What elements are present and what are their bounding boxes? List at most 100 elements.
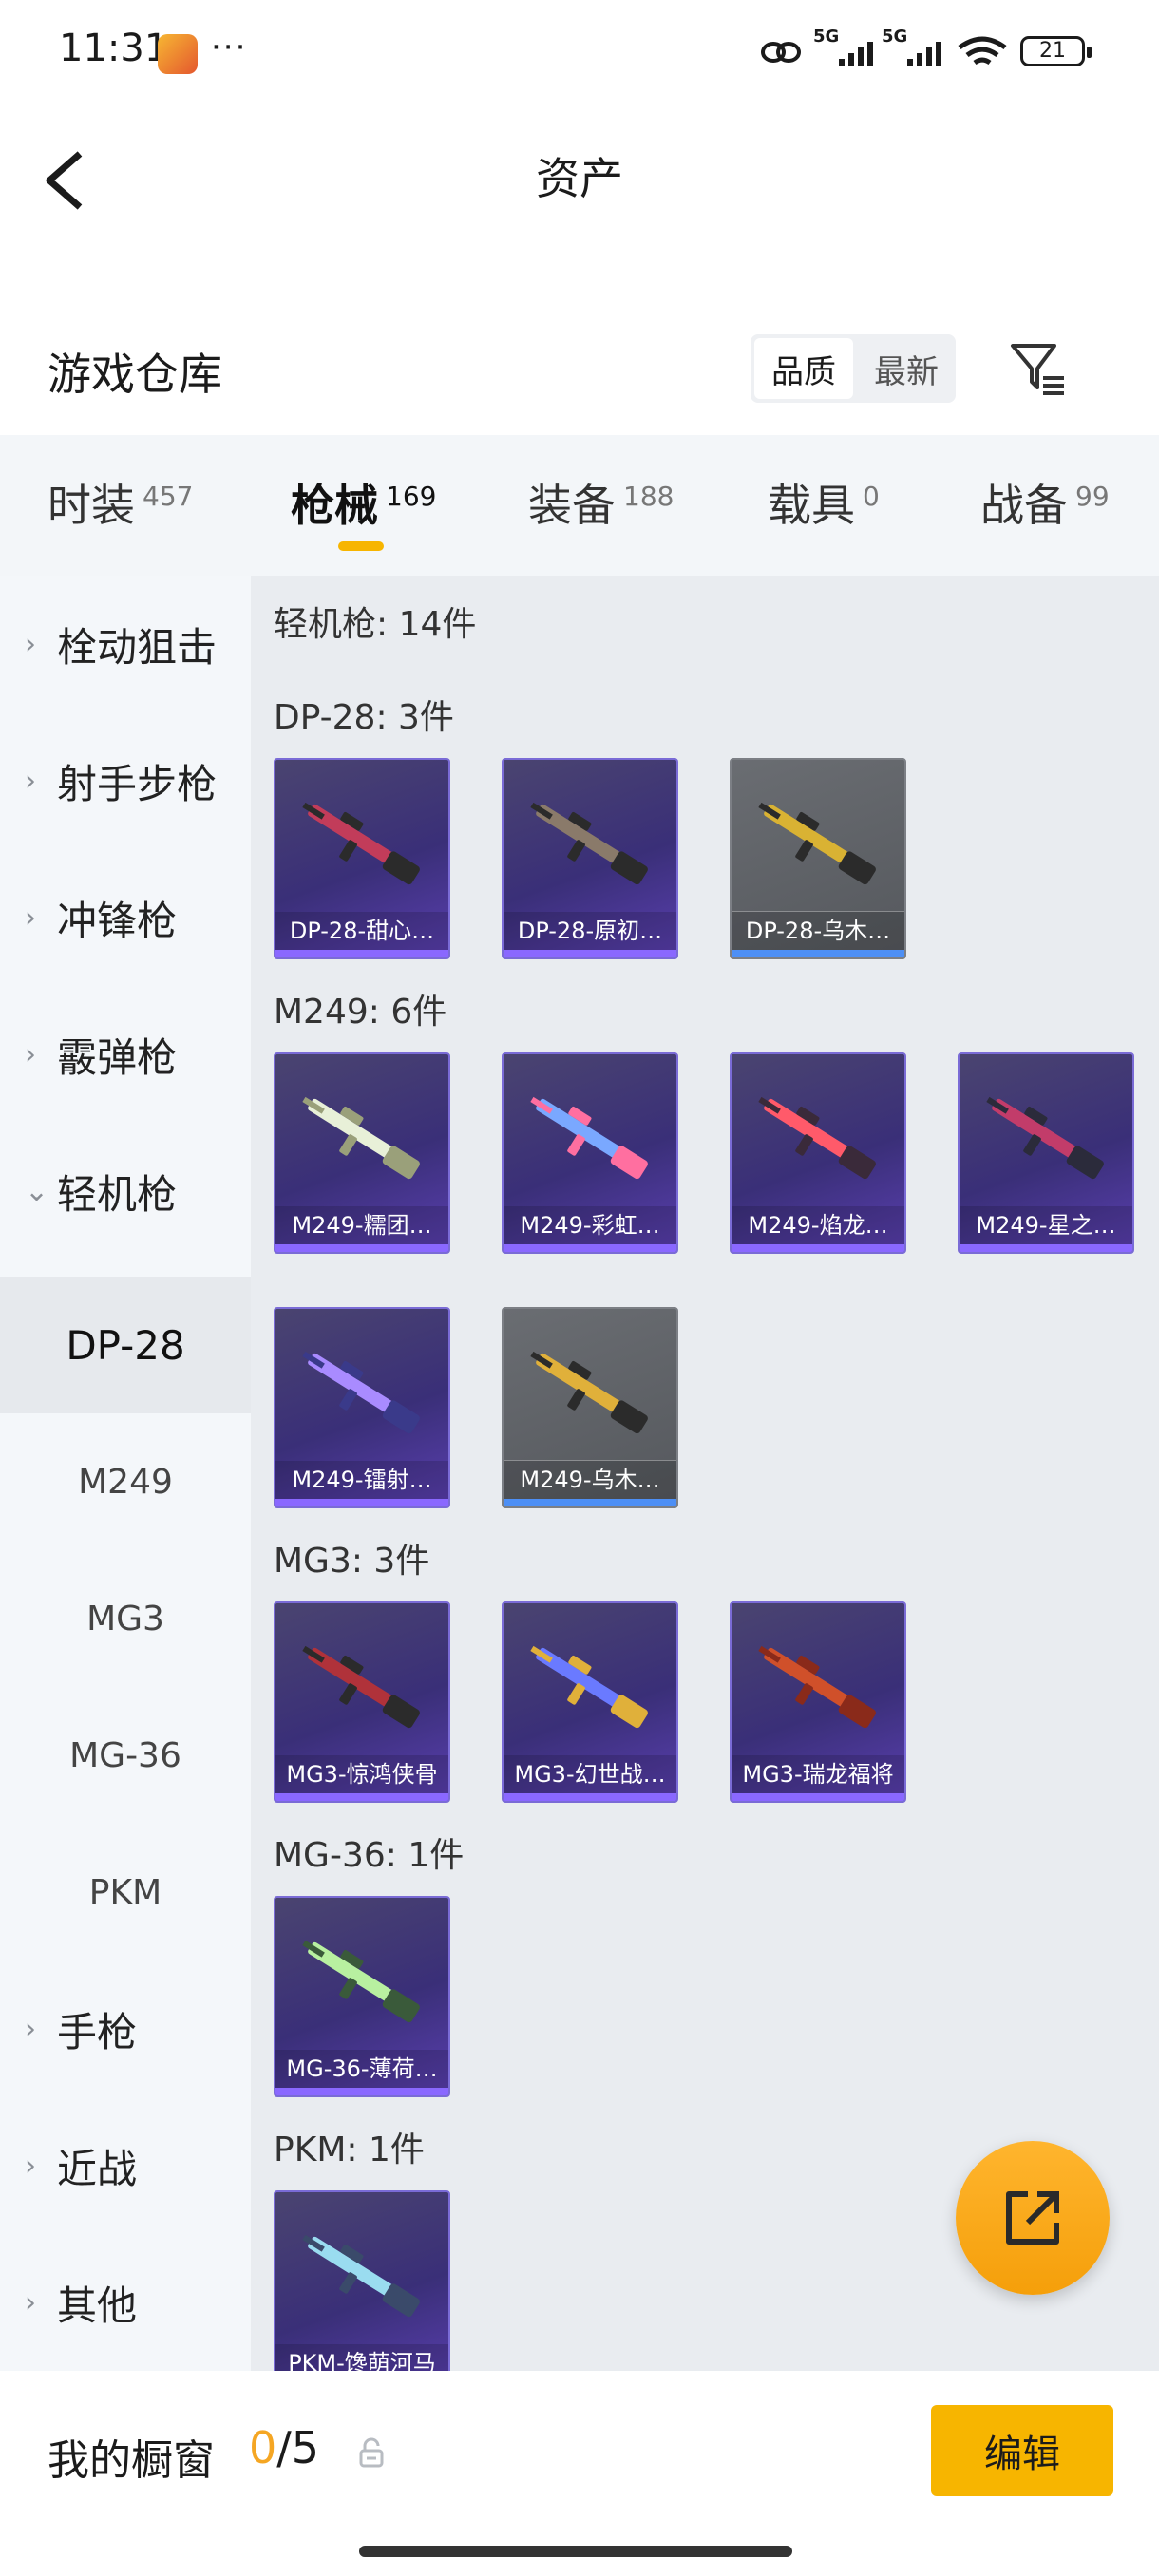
link-icon	[761, 42, 801, 63]
showcase-count: 0/5	[249, 2422, 320, 2473]
skin-name: M249-糯团…	[276, 1206, 448, 1244]
warehouse-title: 游戏仓库	[48, 349, 222, 400]
weapon-image	[530, 1645, 648, 1729]
sidebar-sub-pkm[interactable]: PKM	[0, 1824, 251, 1960]
sort-quality-button[interactable]: 品质	[754, 338, 853, 399]
rarity-bar	[504, 950, 676, 957]
sidebar-sub-mg36[interactable]: MG-36	[0, 1687, 251, 1824]
page-title: 资产	[536, 153, 623, 204]
sidebar-item-pistol[interactable]: › 手枪	[0, 1960, 251, 2097]
skin-card[interactable]: DP-28-甜心…	[274, 758, 450, 959]
rarity-bar	[732, 950, 904, 957]
share-fab-button[interactable]	[956, 2141, 1110, 2295]
skin-name: M249-镭射…	[276, 1461, 448, 1499]
signal-bars-icon	[839, 38, 874, 66]
active-tab-indicator	[338, 541, 384, 551]
tab-outfits[interactable]: 时装 457	[48, 471, 193, 534]
chevron-right-icon: ›	[25, 627, 36, 661]
external-link-icon	[1006, 2191, 1059, 2245]
skin-name: DP-28-甜心…	[276, 912, 448, 950]
status-time: 11:31	[59, 27, 169, 70]
item-grid-area: 轻机枪: 14件 DP-28: 3件 M249: 6件 MG3: 3件 MG-3…	[251, 576, 1159, 2371]
sidebar-item-smg[interactable]: › 冲锋枪	[0, 849, 251, 986]
lock-icon	[359, 2437, 384, 2468]
home-indicator[interactable]	[359, 2546, 792, 2557]
tab-vehicles[interactable]: 载具 0	[768, 471, 880, 534]
signal-2: 5G	[882, 27, 942, 66]
weapon-image	[758, 1096, 876, 1180]
skin-card[interactable]: M249-焰龙…	[730, 1052, 906, 1254]
weapon-image	[302, 1940, 420, 2023]
skin-card[interactable]: MG3-惊鸿侠骨	[274, 1601, 450, 1803]
skin-name: MG3-瑞龙福将	[732, 1755, 904, 1793]
chevron-right-icon: ›	[25, 764, 36, 798]
skin-card[interactable]: M249-乌木…	[502, 1307, 678, 1508]
category-tabs: 时装 457 枪械 169 装备 188 载具 0 战备 99	[0, 435, 1159, 576]
skin-card[interactable]: MG3-瑞龙福将	[730, 1601, 906, 1803]
skin-card[interactable]: DP-28-乌木…	[730, 758, 906, 959]
filter-icon[interactable]	[1007, 338, 1068, 399]
skin-name: MG-36-薄荷…	[276, 2050, 448, 2088]
weapon-image	[302, 1096, 420, 1180]
skin-name: DP-28-原初…	[504, 912, 676, 950]
weapon-image	[530, 1351, 648, 1434]
more-notifications-icon: ···	[211, 28, 248, 66]
skin-card[interactable]: M249-星之…	[958, 1052, 1134, 1254]
skin-name: M249-焰龙…	[732, 1206, 904, 1244]
weapon-image	[302, 1645, 420, 1729]
battery-icon: 21	[1020, 36, 1092, 66]
sidebar-item-lmg[interactable]: ⌄ 轻机枪	[0, 1123, 251, 1260]
group-label-dp28: DP-28: 3件	[274, 698, 454, 737]
rarity-bar	[732, 1793, 904, 1801]
chevron-right-icon: ›	[25, 900, 36, 935]
sort-newest-button[interactable]: 最新	[857, 334, 956, 403]
weapon-image	[302, 802, 420, 885]
weapon-image	[302, 1351, 420, 1434]
sidebar-item-bolt-action-sniper[interactable]: › 栓动狙击	[0, 576, 251, 712]
skin-card[interactable]: MG3-幻世战…	[502, 1601, 678, 1803]
sidebar-item-marksman-rifle[interactable]: › 射手步枪	[0, 712, 251, 849]
rarity-bar	[504, 1244, 676, 1252]
sidebar-item-shotgun[interactable]: › 霰弹枪	[0, 986, 251, 1123]
tab-supplies[interactable]: 战备 99	[980, 471, 1110, 534]
sidebar-sub-mg3[interactable]: MG3	[0, 1550, 251, 1687]
weapon-image	[758, 802, 876, 885]
skin-card[interactable]: M249-彩虹…	[502, 1052, 678, 1254]
skin-name: MG3-惊鸿侠骨	[276, 1755, 448, 1793]
rarity-bar	[732, 1244, 904, 1252]
skin-name: DP-28-乌木…	[732, 911, 904, 950]
skin-name: M249-星之…	[960, 1206, 1132, 1244]
rarity-bar	[276, 1793, 448, 1801]
tab-firearms[interactable]: 枪械 169	[291, 471, 436, 534]
chevron-right-icon: ›	[25, 2149, 36, 2183]
skin-name: PKM-馋萌河马	[276, 2344, 448, 2371]
skin-name: M249-乌木…	[504, 1460, 676, 1499]
edit-showcase-button[interactable]: 编辑	[931, 2405, 1113, 2496]
skin-card[interactable]: PKM-馋萌河马	[274, 2190, 450, 2371]
skin-card[interactable]: M249-镭射…	[274, 1307, 450, 1508]
chevron-down-icon: ⌄	[25, 1174, 49, 1208]
skin-card[interactable]: DP-28-原初…	[502, 758, 678, 959]
skin-card[interactable]: M249-糯团…	[274, 1052, 450, 1254]
sidebar-item-melee[interactable]: › 近战	[0, 2097, 251, 2234]
rarity-bar	[504, 1793, 676, 1801]
sort-toggle: 品质 最新	[750, 334, 956, 403]
group-label-mg3: MG3: 3件	[274, 1542, 430, 1581]
sidebar: › 栓动狙击 › 射手步枪 › 冲锋枪 › 霰弹枪 ⌄ 轻机枪 DP-28 M249 MG…	[0, 576, 251, 2371]
rarity-bar	[276, 1244, 448, 1252]
weapon-image	[986, 1096, 1104, 1180]
rarity-bar	[276, 950, 448, 957]
chevron-right-icon: ›	[25, 2012, 36, 2046]
sidebar-sub-m249[interactable]: M249	[0, 1413, 251, 1550]
weapon-image	[302, 2234, 420, 2318]
signal-bars-icon	[907, 38, 942, 66]
sidebar-sub-dp28[interactable]: DP-28	[0, 1277, 251, 1413]
skin-name: MG3-幻世战…	[504, 1755, 676, 1793]
weapon-image	[758, 1645, 876, 1729]
sidebar-item-other[interactable]: › 其他	[0, 2234, 251, 2371]
skin-card[interactable]: MG-36-薄荷…	[274, 1896, 450, 2097]
rarity-bar	[276, 1499, 448, 1506]
weapon-image	[530, 802, 648, 885]
tab-equipment[interactable]: 装备 188	[528, 471, 674, 534]
category-count-header: 轻机枪: 14件	[274, 605, 477, 644]
